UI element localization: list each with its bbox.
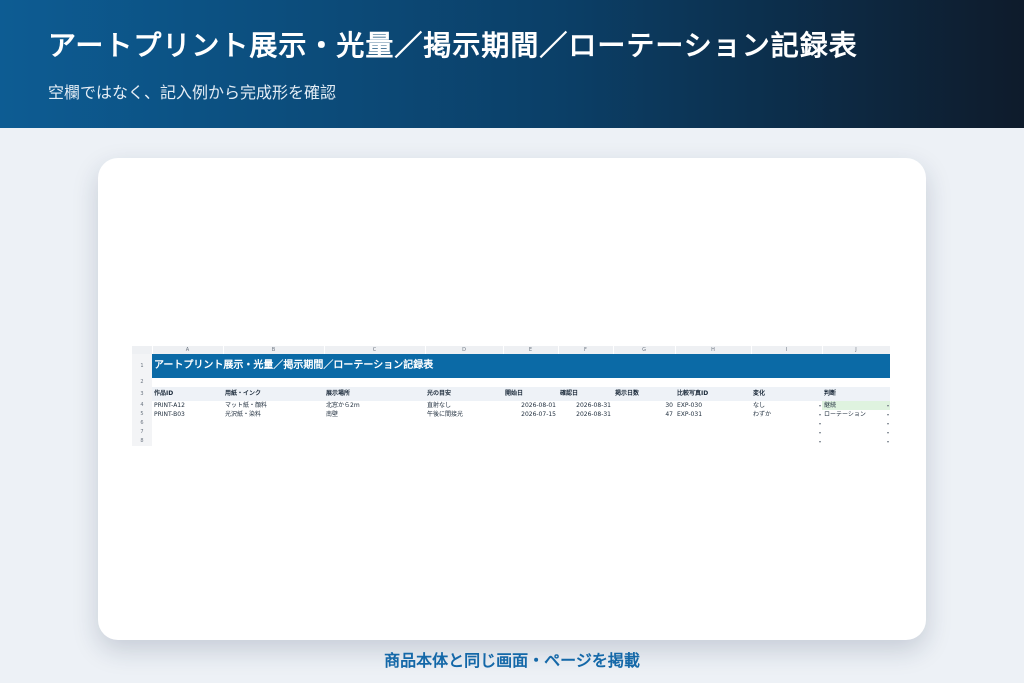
header-cell[interactable]: 展示場所 xyxy=(324,387,425,401)
dropdown-arrow-icon[interactable]: ▾ xyxy=(887,410,889,419)
cell-change[interactable]: ▾ xyxy=(751,419,822,428)
column-header[interactable]: J xyxy=(822,346,891,354)
header-row: 3 作品ID 用紙・インク 展示場所 光の目安 開始日 確認日 掲示日数 比較写… xyxy=(132,387,890,401)
row-number[interactable]: 7 xyxy=(132,428,152,437)
table-row: 4 PRINT-A12 マット紙・顔料 北窓から2m 直射なし 2026-08-… xyxy=(132,401,890,410)
row-number[interactable]: 3 xyxy=(132,387,152,401)
header-cell[interactable]: 光の目安 xyxy=(425,387,503,401)
dropdown-arrow-icon[interactable]: ▾ xyxy=(819,410,821,419)
header-cell[interactable]: 変化 xyxy=(751,387,822,401)
cell-light[interactable]: 午後に間接光 xyxy=(425,410,503,419)
sheet-title[interactable]: アートプリント展示・光量／掲示期間／ローテーション記録表 xyxy=(152,354,890,378)
cell-days[interactable]: 30 xyxy=(613,401,675,410)
empty-cell[interactable] xyxy=(152,378,890,387)
column-header[interactable]: E xyxy=(503,346,559,354)
empty-cell[interactable] xyxy=(152,419,751,428)
decision-value: ローテーション xyxy=(824,411,866,418)
column-header[interactable]: F xyxy=(558,346,614,354)
corner-cell xyxy=(132,346,153,354)
row-number[interactable]: 4 xyxy=(132,401,152,410)
cell-paper[interactable]: マット紙・顔料 xyxy=(223,401,324,410)
cell-start[interactable]: 2026-07-15 xyxy=(503,410,558,419)
cell-days[interactable]: 47 xyxy=(613,410,675,419)
cell-photo[interactable]: EXP-031 xyxy=(675,410,751,419)
cell-id[interactable]: PRINT-A12 xyxy=(152,401,223,410)
sheet-title-row: 1 アートプリント展示・光量／掲示期間／ローテーション記録表 xyxy=(132,354,890,378)
dropdown-arrow-icon[interactable]: ▾ xyxy=(887,401,889,410)
header-cell[interactable]: 確認日 xyxy=(558,387,613,401)
cell-id[interactable]: PRINT-B03 xyxy=(152,410,223,419)
dropdown-arrow-icon[interactable]: ▾ xyxy=(887,419,889,428)
preview-card: A B C D E F G H I J 1 アートプリント展示・光量／掲示期間／… xyxy=(98,158,926,640)
header-cell[interactable]: 判断 xyxy=(822,387,890,401)
cell-paper[interactable]: 光沢紙・染料 xyxy=(223,410,324,419)
cell-place[interactable]: 南壁 xyxy=(324,410,425,419)
dropdown-arrow-icon[interactable]: ▾ xyxy=(819,428,821,437)
cell-decision[interactable]: ▾ xyxy=(822,428,890,437)
column-header[interactable]: C xyxy=(324,346,426,354)
spreadsheet-preview: A B C D E F G H I J 1 アートプリント展示・光量／掲示期間／… xyxy=(132,346,891,446)
column-header[interactable]: B xyxy=(223,346,325,354)
dropdown-arrow-icon[interactable]: ▾ xyxy=(887,437,889,446)
table-row: 6 ▾ ▾ xyxy=(132,419,890,428)
column-header[interactable]: I xyxy=(751,346,823,354)
decision-value: 継続 xyxy=(824,402,837,409)
column-header[interactable]: D xyxy=(425,346,504,354)
dropdown-arrow-icon[interactable]: ▾ xyxy=(887,428,889,437)
column-header[interactable]: G xyxy=(613,346,676,354)
row-number[interactable]: 1 xyxy=(132,354,152,378)
cell-start[interactable]: 2026-08-01 xyxy=(503,401,558,410)
empty-row: 2 xyxy=(132,378,890,387)
cell-change[interactable]: わずか ▾ xyxy=(751,410,822,419)
table-row: 5 PRINT-B03 光沢紙・染料 南壁 午後に間接光 2026-07-15 … xyxy=(132,410,890,419)
footer-caption: 商品本体と同じ画面・ページを掲載 xyxy=(384,651,640,670)
cell-change[interactable]: なし ▾ xyxy=(751,401,822,410)
cell-place[interactable]: 北窓から2m xyxy=(324,401,425,410)
column-header[interactable]: A xyxy=(152,346,224,354)
row-number[interactable]: 2 xyxy=(132,378,152,387)
header-cell[interactable]: 開始日 xyxy=(503,387,558,401)
table-row: 8 ▾ ▾ xyxy=(132,437,890,446)
header-banner: アートプリント展示・光量／掲示期間／ローテーション記録表 空欄ではなく、記入例か… xyxy=(0,0,1024,128)
empty-cell[interactable] xyxy=(152,428,751,437)
cell-change[interactable]: ▾ xyxy=(751,437,822,446)
page-subtitle: 空欄ではなく、記入例から完成形を確認 xyxy=(48,83,337,102)
cell-decision[interactable]: ▾ xyxy=(822,419,890,428)
header-cell[interactable]: 比較写真ID xyxy=(675,387,751,401)
row-number[interactable]: 8 xyxy=(132,437,152,446)
empty-cell[interactable] xyxy=(152,437,751,446)
cell-decision[interactable]: ローテーション ▾ xyxy=(822,410,890,419)
cell-check[interactable]: 2026-08-31 xyxy=(558,410,613,419)
change-value: わずか xyxy=(753,411,772,418)
row-number[interactable]: 5 xyxy=(132,410,152,419)
cell-decision[interactable]: ▾ xyxy=(822,437,890,446)
change-value: なし xyxy=(753,402,766,409)
header-cell[interactable]: 作品ID xyxy=(152,387,223,401)
header-cell[interactable]: 掲示日数 xyxy=(613,387,675,401)
cell-photo[interactable]: EXP-030 xyxy=(675,401,751,410)
cell-change[interactable]: ▾ xyxy=(751,428,822,437)
dropdown-arrow-icon[interactable]: ▾ xyxy=(819,401,821,410)
column-header-row: A B C D E F G H I J xyxy=(132,346,891,354)
row-number[interactable]: 6 xyxy=(132,419,152,428)
table-row: 7 ▾ ▾ xyxy=(132,428,890,437)
header-cell[interactable]: 用紙・インク xyxy=(223,387,324,401)
column-header[interactable]: H xyxy=(675,346,752,354)
dropdown-arrow-icon[interactable]: ▾ xyxy=(819,437,821,446)
dropdown-arrow-icon[interactable]: ▾ xyxy=(819,419,821,428)
cell-decision[interactable]: 継続 ▾ xyxy=(822,401,890,410)
page-title: アートプリント展示・光量／掲示期間／ローテーション記録表 xyxy=(48,29,858,62)
cell-check[interactable]: 2026-08-31 xyxy=(558,401,613,410)
cell-light[interactable]: 直射なし xyxy=(425,401,503,410)
